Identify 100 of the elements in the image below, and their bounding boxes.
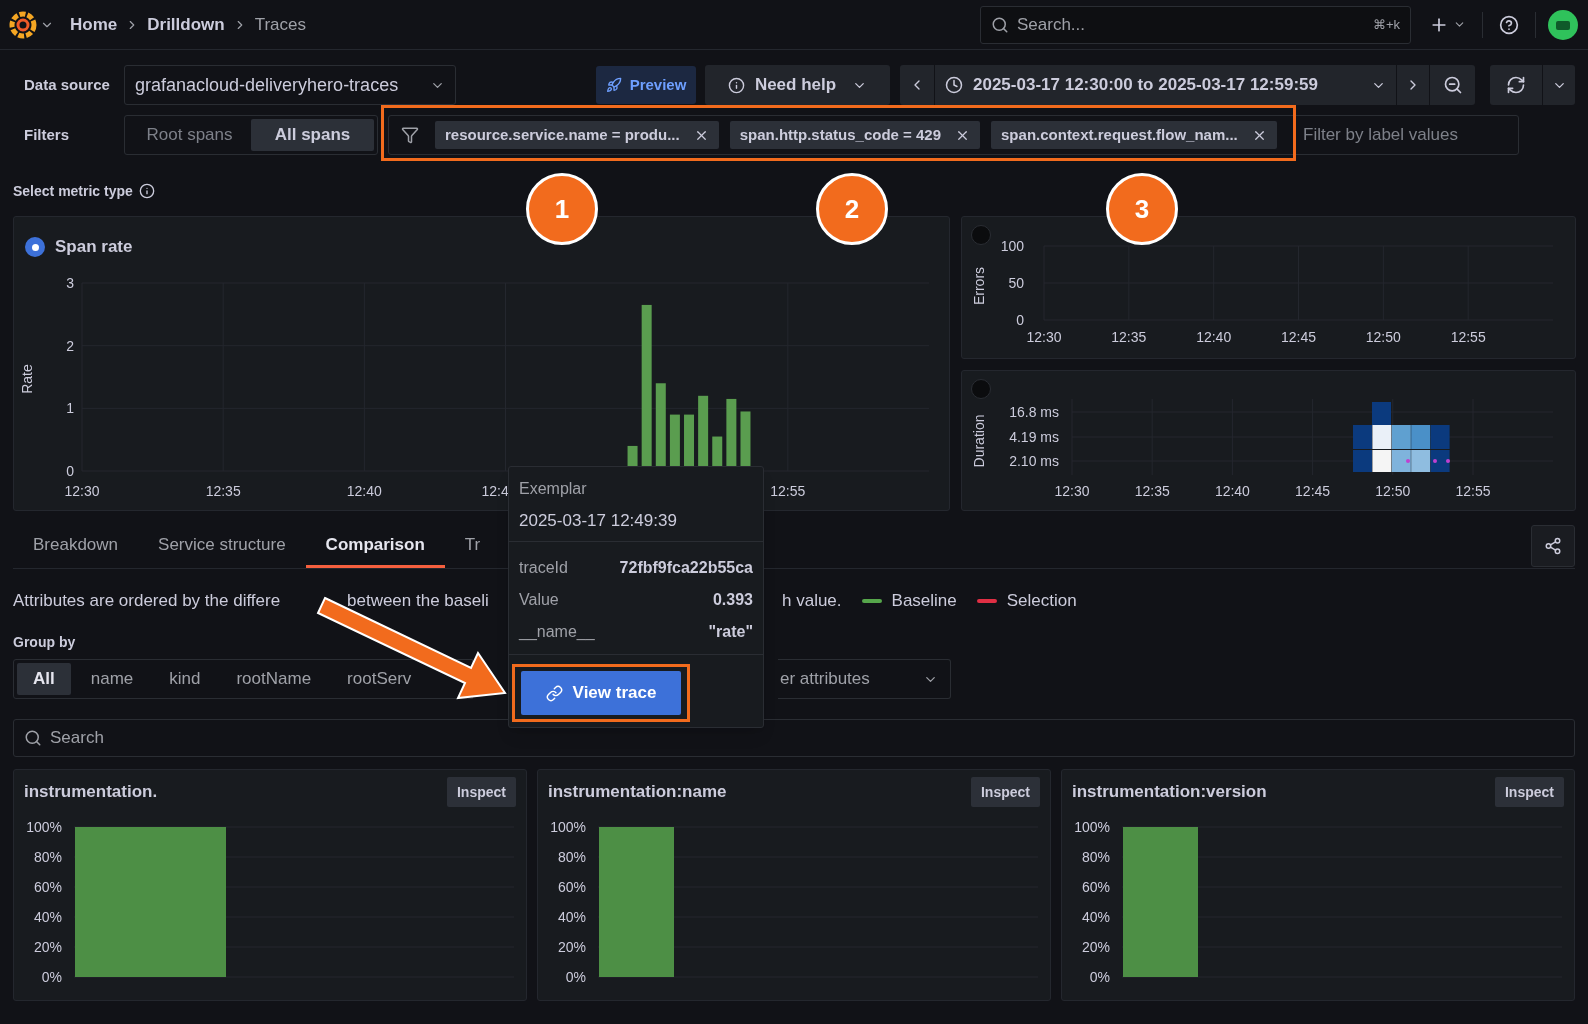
inspect-button[interactable]: Inspect xyxy=(447,777,516,807)
field-key: traceId xyxy=(519,556,568,580)
search-field[interactable]: Search... ⌘+k xyxy=(980,5,1411,44)
tick-label: 12:55 xyxy=(1450,329,1486,345)
tick-label: 20% xyxy=(557,939,586,955)
toggle-option[interactable]: All spans xyxy=(251,119,374,151)
callout-marker: 1 xyxy=(526,173,598,245)
group-option[interactable]: name xyxy=(74,663,150,695)
tick-label: 12:35 xyxy=(1134,483,1170,499)
tick-label: 100% xyxy=(550,819,586,835)
legend-label: Baseline xyxy=(891,590,957,613)
tick-label: 60% xyxy=(1081,879,1110,895)
callout-marker: 3 xyxy=(1106,173,1178,245)
tick-label: 12:45 xyxy=(1295,483,1331,499)
tick-label: 12:35 xyxy=(205,483,241,499)
tick-label: 4.19 ms xyxy=(1009,429,1059,445)
tick-label: 2 xyxy=(66,337,74,354)
toggle-option[interactable]: Root spans xyxy=(128,119,251,151)
tab[interactable]: Comparison xyxy=(305,525,445,568)
breadcrumb-link[interactable]: Home xyxy=(70,11,118,38)
preview-button[interactable]: Preview xyxy=(596,66,696,104)
tick-label: 60% xyxy=(557,879,586,895)
tick-label: 12:40 xyxy=(1196,329,1232,345)
card-title: instrumentation:name xyxy=(548,781,727,804)
tab[interactable]: Service structure xyxy=(138,525,306,568)
tick-label: 3 xyxy=(66,275,74,291)
tick-label: 0 xyxy=(66,463,74,479)
tick-label: 12:50 xyxy=(1375,483,1411,499)
tick-label: 20% xyxy=(33,939,62,955)
attributes-select[interactable]: er attributes xyxy=(778,659,951,699)
tick-label: 100% xyxy=(1074,819,1110,835)
filter-chip[interactable]: span.http.status_code = 429 xyxy=(729,121,981,149)
tick-label: 12:30 xyxy=(64,483,100,499)
axis-label: Duration xyxy=(971,414,987,468)
view-trace-button[interactable]: View trace xyxy=(521,671,681,715)
tick-label: 80% xyxy=(33,849,62,865)
tick-label: 12:4 xyxy=(481,483,509,499)
breadcrumb-link[interactable]: Drilldown xyxy=(147,11,225,38)
tick-label: 60% xyxy=(33,879,62,895)
shortcut-hint: ⌘+k xyxy=(1372,15,1400,34)
tick-label: 1 xyxy=(66,400,74,417)
search-input[interactable]: Search xyxy=(50,725,1564,751)
breadcrumb-link[interactable]: Traces xyxy=(254,11,306,38)
description-text: between the baseli xyxy=(347,591,489,611)
tick-label: 20% xyxy=(1081,939,1110,955)
data-source-select[interactable]: grafanacloud-deliveryhero-traces xyxy=(124,65,456,105)
card-title: instrumentation:version xyxy=(1072,781,1267,804)
group-option[interactable]: rootName xyxy=(220,663,328,695)
group-option[interactable]: rootServ xyxy=(331,663,428,695)
description-text: Attributes are ordered by the differe xyxy=(13,591,281,611)
tick-label: 12:55 xyxy=(1455,483,1491,499)
callout-marker: 2 xyxy=(816,173,888,245)
inspect-button[interactable]: Inspect xyxy=(1495,777,1564,807)
search-input[interactable]: Search... xyxy=(1017,11,1365,38)
tick-label: 2.10 ms xyxy=(1009,453,1059,469)
axis-label: Errors xyxy=(971,266,987,306)
card-title: instrumentation. xyxy=(24,781,158,804)
tick-label: 12:40 xyxy=(346,483,382,499)
section-label: Select metric type xyxy=(13,181,133,201)
tick-label: 12:40 xyxy=(1214,483,1250,499)
group-option[interactable]: All xyxy=(17,663,71,695)
tick-label: 12:50 xyxy=(1365,329,1401,345)
filter-input[interactable]: Filter by label values xyxy=(1303,122,1518,148)
tick-label: 80% xyxy=(557,849,586,865)
legend-label: Selection xyxy=(1006,590,1077,613)
field-key: Value xyxy=(519,588,559,612)
tick-label: 100 xyxy=(1000,238,1024,254)
field-value: 72fbf9fca22b55ca xyxy=(619,558,753,578)
tick-label: 12:35 xyxy=(1111,329,1147,345)
filter-field[interactable]: resource.service.name = produ... span.http.status_code = 429 span.context.request.flow_nam... Filter by label values xyxy=(388,115,1519,155)
tick-label: 12:30 xyxy=(1026,329,1062,345)
tick-label: 40% xyxy=(557,909,586,925)
tick-label: 12:45 xyxy=(1281,329,1316,345)
inspect-button[interactable]: Inspect xyxy=(971,777,1040,807)
tick-label: 50 xyxy=(1008,275,1024,291)
tick-label: 0% xyxy=(565,969,586,985)
section-label: Group by xyxy=(13,632,76,652)
filter-chip[interactable]: resource.service.name = produ... xyxy=(435,121,719,149)
description-text: h value. xyxy=(782,590,842,613)
field-label: Data source xyxy=(23,74,111,95)
search-field[interactable]: Search xyxy=(13,719,1575,757)
axis-label: Rate xyxy=(19,364,35,394)
tick-label: 0% xyxy=(1089,969,1110,985)
tick-label: 40% xyxy=(1081,909,1110,925)
field-key: __name__ xyxy=(519,620,595,644)
tick-label: 80% xyxy=(1081,849,1110,865)
tab[interactable]: Tr xyxy=(444,525,501,568)
filter-chip[interactable]: span.context.request.flow_nam... xyxy=(991,121,1277,149)
tab[interactable]: Breakdown xyxy=(13,525,139,568)
group-option[interactable]: kind xyxy=(153,663,217,695)
help-button[interactable]: Need help xyxy=(705,65,890,105)
tick-label: 0 xyxy=(1016,312,1024,328)
tick-label: 0% xyxy=(41,969,62,985)
tooltip-time: 2025-03-17 12:49:39 xyxy=(519,510,678,532)
tick-label: 40% xyxy=(33,909,62,925)
field-value: 0.393 xyxy=(712,590,753,610)
field-value: "rate" xyxy=(708,622,753,642)
tick-label: 16.8 ms xyxy=(1009,404,1059,420)
field-label: Filters xyxy=(23,124,70,145)
tick-label: 12:30 xyxy=(1054,483,1090,499)
